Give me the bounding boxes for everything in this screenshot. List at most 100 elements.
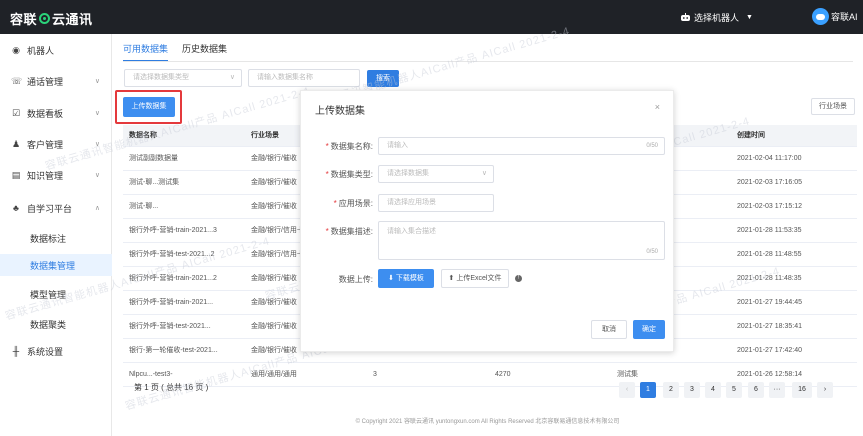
sidebar-item-self-learning[interactable]: ♣ 自学习平台 ∧ (0, 198, 112, 218)
tab-history-datasets[interactable]: 历史数据集 (182, 42, 227, 62)
column-header: 数据名称 (129, 132, 157, 139)
dataset-description-label: * 数据集描述: (325, 227, 373, 236)
button-label: 下载模板 (395, 275, 424, 282)
next-page-button[interactable]: › (817, 382, 833, 398)
cell-name: 测试-聊...测试集 (129, 179, 180, 186)
cell-scene: 金融/银行/催收 (251, 203, 297, 210)
info-icon[interactable]: ! (515, 275, 522, 282)
cell-name: 银行-第一轮催收-test-2021... (129, 347, 218, 354)
confirm-button[interactable]: 确定 (633, 320, 665, 339)
cell-created-time: 2021-02-03 17:16:05 (737, 179, 802, 186)
sidebar-item-label: 客户管理 (27, 139, 64, 150)
dashboard-icon: ☑ (11, 107, 21, 118)
dataset-type-placeholder: 请选择数据集类型 (133, 74, 189, 81)
scene-dropdown[interactable]: 请选择应用场景 (378, 194, 494, 212)
cell-name: 银行外呼-营销-train-2021...2 (129, 275, 217, 282)
data-upload-label: 数据上传: (338, 275, 373, 284)
page-button[interactable]: 5 (726, 382, 742, 398)
dataset-name-input[interactable]: 请输入数据集名称 (248, 69, 360, 87)
cell-name: 银行外呼-营销-test-2021... (129, 323, 211, 330)
dialog-title: 上传数据集 (315, 106, 365, 117)
dataset-description-field[interactable]: 请输入集合描述 0/50 (378, 221, 665, 260)
chevron-down-icon: ∨ (94, 78, 100, 85)
sidebar-sub-item-clustering[interactable]: 数据聚类 (30, 318, 66, 331)
dataset-type-select[interactable]: 请选择数据集类型 ∨ (124, 69, 242, 87)
dataset-description-placeholder: 请输入集合描述 (387, 228, 436, 235)
cell-created-time: 2021-01-28 11:53:35 (737, 227, 802, 234)
page-button[interactable]: 16 (792, 382, 812, 398)
cell-scene: 金融/银行/催收 (251, 179, 297, 186)
caret-down-icon: ▼ (746, 14, 753, 21)
robot-select-label: 选择机器人 (694, 13, 740, 23)
page-button[interactable]: 6 (748, 382, 764, 398)
page-button[interactable]: 2 (663, 382, 679, 398)
column-header: 行业场景 (251, 132, 279, 139)
user-menu[interactable]: 容联AI (812, 8, 858, 25)
sidebar: ◉ 机器人 ☏ 通话管理 ∨ ☑ 数据看板 ∨ ♟ 客户管理 ∨ ▤ 知识管理 … (0, 34, 112, 436)
top-bar: 容联 云通讯 选择机器人 ▼ 容联AI (0, 0, 863, 34)
logo-tail-text: 云通讯 (52, 12, 93, 27)
page-ellipsis[interactable]: ··· (769, 382, 785, 398)
sidebar-item-call-management[interactable]: ☏ 通话管理 ∨ (0, 71, 112, 91)
cell-scene: 金融/银行/催收 (251, 275, 297, 282)
cell-created-time: 2021-02-03 17:15:12 (737, 203, 802, 210)
cell-scene: 金融/银行/信用卡 (251, 227, 304, 234)
page-button[interactable]: 1 (640, 382, 656, 398)
dataset-type-dropdown[interactable]: 请选择数据集 ∨ (378, 165, 494, 183)
cell-scene: 金融/银行/催收 (251, 155, 297, 162)
user-name: 容联AI (831, 12, 858, 22)
logo: 容联 云通讯 (10, 9, 93, 28)
cell-scene: 金融/银行/信用卡 (251, 251, 304, 258)
sidebar-sub-item-dataset-management[interactable]: 数据集管理 (0, 254, 112, 276)
cancel-button[interactable]: 取消 (591, 320, 627, 339)
sidebar-item-customer-management[interactable]: ♟ 客户管理 ∨ (0, 134, 112, 154)
chevron-down-icon: ∨ (94, 172, 100, 179)
phone-icon: ☏ (11, 75, 23, 86)
page-button[interactable]: 4 (705, 382, 721, 398)
chevron-down-icon: ∨ (94, 141, 100, 148)
char-counter: 0/50 (646, 249, 658, 255)
cell-name: 测试副副数据量 (129, 155, 178, 162)
chevron-down-icon: ∨ (481, 170, 487, 177)
pagination: 第 1 页 ( 总共 16 页 ) ‹ 1 2 3 4 5 6 ··· 16 › (112, 371, 863, 401)
sidebar-item-dashboard[interactable]: ☑ 数据看板 ∨ (0, 103, 112, 123)
upload-excel-button[interactable]: ⬆ 上传Excel文件 (441, 269, 509, 288)
cell-created-time: 2021-01-27 18:35:41 (737, 323, 802, 330)
logo-text: 容联 (10, 12, 38, 27)
label-text: 应用场景: (338, 199, 373, 208)
sidebar-item-label: 系统设置 (27, 346, 64, 357)
upload-dataset-dialog: 上传数据集 × * 数据集名称: 请输入 0/50 * 数据集类型: 请选择数据集 … (300, 90, 674, 352)
close-icon[interactable]: × (655, 102, 660, 112)
tab-available-datasets[interactable]: 可用数据集 (123, 42, 169, 62)
scene-label: * 应用场景: (333, 199, 373, 208)
upload-dataset-button[interactable]: 上传数据集 (123, 97, 175, 117)
label-text: 数据集名称: (330, 142, 373, 151)
settings-icon: ╫ (12, 346, 20, 356)
prev-page-button[interactable]: ‹ (619, 382, 635, 398)
footer-copyright: © Copyright 2021 容联云通讯 yuntongxun.com Al… (355, 419, 620, 425)
robot-icon (681, 13, 690, 21)
cell-created-time: 2021-01-28 11:48:35 (737, 275, 802, 282)
sidebar-sub-item-annotation[interactable]: 数据标注 (30, 232, 66, 245)
chevron-up-icon: ∧ (94, 205, 100, 212)
dataset-name-label: * 数据集名称: (325, 142, 373, 151)
sidebar-item-system-settings[interactable]: ╫ 系统设置 (0, 341, 112, 361)
search-button[interactable]: 搜索 (367, 70, 399, 87)
sidebar-item-robot[interactable]: ◉ 机器人 (0, 40, 112, 60)
tab-divider (123, 61, 853, 62)
robot-select[interactable]: 选择机器人 ▼ (680, 11, 753, 24)
page-button[interactable]: 3 (684, 382, 700, 398)
cell-name: 银行外呼-营销-test-2021...2 (129, 251, 215, 258)
sidebar-item-label: 机器人 (27, 45, 55, 56)
cell-scene: 金融/银行/催收 (251, 299, 297, 306)
industry-scene-button[interactable]: 行业场景 (811, 98, 855, 115)
cell-created-time: 2021-02-04 11:17:00 (737, 155, 802, 162)
dataset-name-field[interactable]: 请输入 0/50 (378, 137, 665, 155)
sidebar-sub-item-model-management[interactable]: 模型管理 (30, 288, 66, 301)
sidebar-item-knowledge-management[interactable]: ▤ 知识管理 ∨ (0, 165, 112, 185)
download-template-button[interactable]: ⬇ 下载模板 (378, 269, 434, 288)
download-icon: ⬇ (388, 275, 396, 282)
cell-scene: 金融/银行/催收 (251, 347, 297, 354)
cell-scene: 金融/银行/催收 (251, 323, 297, 330)
cell-name: 银行外呼-营销-train-2021... (129, 299, 214, 306)
